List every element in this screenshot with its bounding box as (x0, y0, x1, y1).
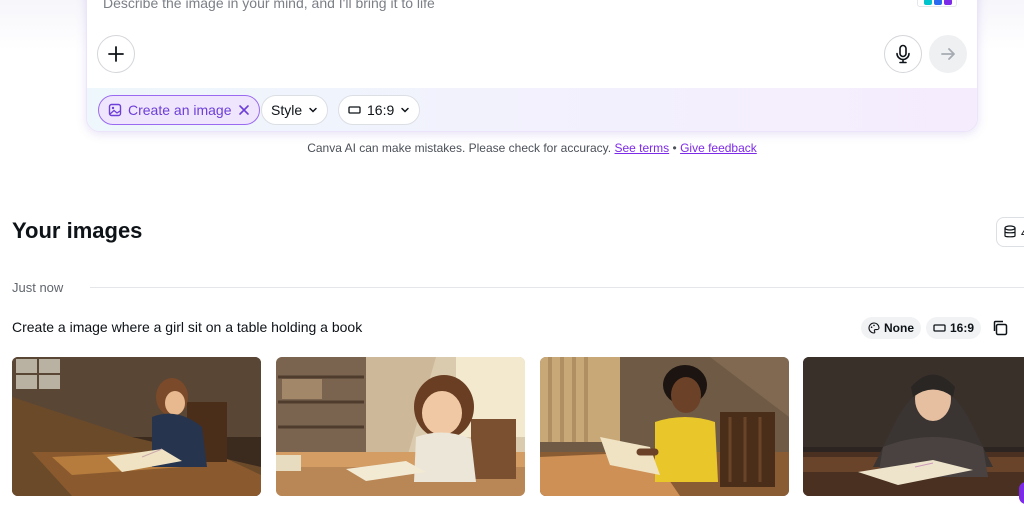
generated-image-4[interactable] (803, 357, 1024, 496)
aspect-ratio-label: 16:9 (367, 102, 395, 118)
send-button[interactable] (929, 35, 967, 73)
image-icon (108, 103, 122, 117)
disclaimer-text: Canva AI can make mistakes. Please check… (307, 141, 612, 155)
see-terms-link[interactable]: See terms (614, 141, 669, 155)
style-label: Style (271, 102, 303, 118)
generated-image-1[interactable] (12, 357, 261, 496)
generated-image-2[interactable] (276, 357, 525, 496)
plus-icon (108, 46, 124, 62)
ratio-value: 16:9 (950, 321, 975, 335)
database-icon (1004, 225, 1016, 238)
aspect-ratio-dropdown[interactable]: 16:9 (338, 95, 421, 125)
copy-prompt-button[interactable] (989, 317, 1011, 339)
close-icon[interactable] (238, 104, 250, 116)
create-image-chip[interactable]: Create an image (98, 95, 260, 125)
palette-icon (868, 322, 880, 334)
add-attachment-button[interactable] (97, 35, 135, 73)
help-button[interactable] (1019, 482, 1024, 504)
give-feedback-link[interactable]: Give feedback (680, 141, 757, 155)
composer-options-bar: Create an image Style 16:9 (87, 88, 977, 131)
disclaimer-separator: • (672, 141, 677, 155)
chevron-down-icon (309, 107, 317, 113)
generation-prompt: Create a image where a girl sit on a tab… (12, 319, 363, 335)
style-badge: None (861, 317, 921, 339)
generated-image-3[interactable] (540, 357, 789, 496)
section-title: Your images (12, 218, 143, 243)
aspect-ratio-icon (348, 106, 361, 114)
divider (90, 287, 1024, 288)
style-dropdown[interactable]: Style (261, 95, 329, 125)
time-group-label: Just now (12, 280, 64, 295)
prompt-composer: Describe the image in your mind, and I'l… (86, 0, 978, 132)
ratio-badge: 16:9 (926, 317, 982, 339)
voice-input-button[interactable] (884, 35, 922, 73)
ai-disclaimer: Canva AI can make mistakes. Please check… (0, 141, 1024, 155)
app-badge-icon (917, 0, 957, 7)
style-value: None (884, 321, 914, 335)
copy-icon (993, 320, 1008, 336)
credits-button[interactable]: 4 (996, 217, 1024, 247)
arrow-right-icon (941, 48, 955, 60)
microphone-icon (896, 44, 910, 64)
prompt-input[interactable]: Describe the image in your mind, and I'l… (103, 0, 435, 11)
create-image-label: Create an image (128, 102, 232, 118)
aspect-ratio-icon (933, 324, 946, 332)
chevron-down-icon (401, 107, 409, 113)
